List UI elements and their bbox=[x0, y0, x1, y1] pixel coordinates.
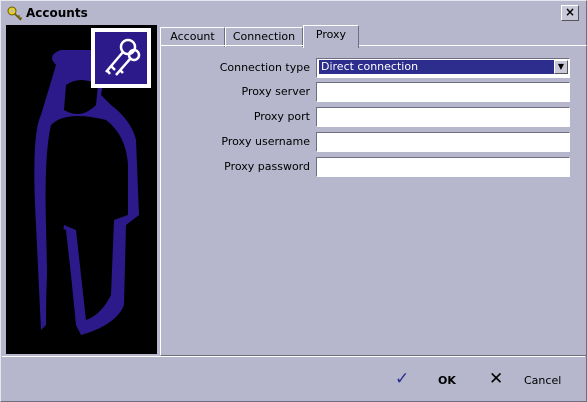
dropdown-arrow-icon[interactable]: ▼ bbox=[554, 60, 568, 74]
tab-proxy[interactable]: Proxy bbox=[303, 25, 359, 48]
proxy-password-input[interactable] bbox=[316, 157, 570, 177]
connection-type-label: Connection type bbox=[219, 61, 310, 74]
person-with-keys-icon bbox=[34, 28, 151, 335]
proxy-server-row: Proxy server bbox=[150, 82, 570, 102]
proxy-username-label: Proxy username bbox=[221, 135, 310, 148]
proxy-port-input[interactable] bbox=[316, 107, 570, 127]
proxy-port-label: Proxy port bbox=[253, 110, 310, 123]
proxy-port-row: Proxy port bbox=[150, 107, 570, 127]
cancel-button[interactable]: ✕ Cancel bbox=[489, 369, 569, 391]
close-button[interactable]: × bbox=[561, 5, 579, 21]
proxy-server-input[interactable] bbox=[316, 82, 570, 102]
account-illustration bbox=[6, 25, 157, 354]
connection-type-select[interactable]: Direct connection ▼ bbox=[316, 58, 570, 78]
proxy-tab-panel: Connection type Direct connection ▼ Prox… bbox=[160, 45, 587, 356]
cancel-button-label: Cancel bbox=[524, 374, 562, 387]
proxy-password-label: Proxy password bbox=[224, 160, 310, 173]
title-bar[interactable]: Accounts × bbox=[2, 2, 585, 24]
connection-type-value: Direct connection bbox=[319, 60, 554, 74]
button-bar: ✓ OK ✕ Cancel bbox=[2, 356, 585, 402]
accounts-dialog: Accounts × Account Connection Proxy Conn… bbox=[0, 0, 587, 402]
window-title: Accounts bbox=[26, 6, 88, 20]
ok-button-label: OK bbox=[438, 374, 456, 387]
connection-type-row: Connection type Direct connection ▼ bbox=[150, 58, 570, 78]
proxy-username-input[interactable] bbox=[316, 132, 570, 152]
proxy-password-row: Proxy password bbox=[150, 157, 570, 177]
ok-button[interactable]: ✓ OK bbox=[395, 369, 465, 391]
tab-account[interactable]: Account bbox=[160, 27, 225, 47]
x-icon: ✕ bbox=[489, 369, 504, 389]
key-icon bbox=[7, 6, 23, 21]
tab-connection[interactable]: Connection bbox=[225, 27, 303, 47]
proxy-server-label: Proxy server bbox=[241, 85, 310, 98]
proxy-username-row: Proxy username bbox=[150, 132, 570, 152]
check-icon: ✓ bbox=[395, 369, 410, 389]
